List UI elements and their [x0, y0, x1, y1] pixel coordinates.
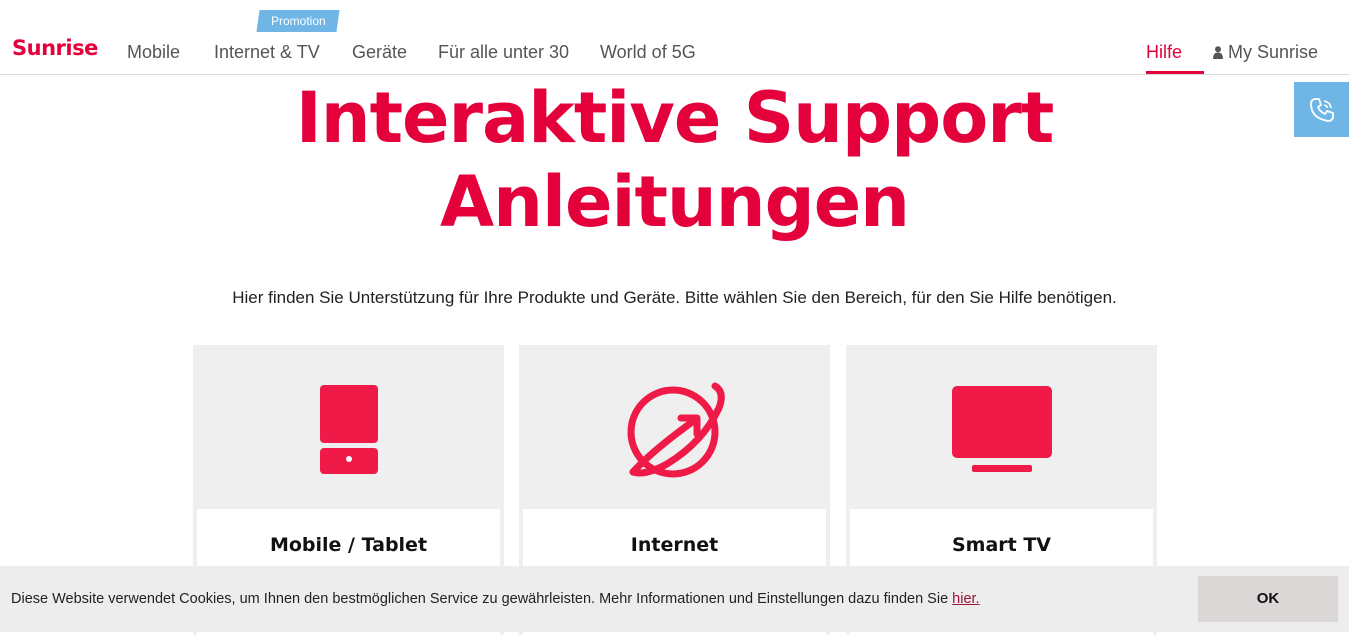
globe-icon — [627, 382, 725, 478]
my-sunrise-link[interactable]: My Sunrise — [1213, 42, 1318, 63]
nav-unter-30[interactable]: Für alle unter 30 — [438, 42, 569, 63]
card-label: Mobile / Tablet — [269, 534, 428, 556]
my-sunrise-label: My Sunrise — [1228, 42, 1319, 62]
card-label: Internet — [630, 534, 719, 556]
mobile-tablet-icon — [319, 385, 378, 474]
nav-mobile[interactable]: Mobile — [127, 42, 180, 63]
nav-geraete[interactable]: Geräte — [352, 42, 407, 63]
page-title-line-2: Anleitungen — [439, 161, 910, 243]
page-title: Interaktive Support Anleitungen — [0, 76, 1349, 244]
nav-internet-tv[interactable]: Internet & TV — [214, 42, 320, 63]
cookie-banner: Diese Website verwendet Cookies, um Ihne… — [0, 566, 1349, 632]
nav-hilfe[interactable]: Hilfe — [1146, 42, 1182, 63]
cookie-text: Diese Website verwendet Cookies, um Ihne… — [11, 591, 980, 607]
cookie-info-link[interactable]: hier. — [952, 591, 979, 607]
card-label: Smart TV — [951, 534, 1052, 556]
site-header: Sunrise Promotion Mobile Internet & TV G… — [0, 0, 1349, 75]
page-title-line-1: Interaktive Support — [295, 77, 1055, 159]
nav-world-of-5g[interactable]: World of 5G — [600, 42, 696, 63]
promotion-badge: Promotion — [256, 10, 340, 32]
active-tab-indicator — [1146, 71, 1204, 74]
sunrise-logo[interactable]: Sunrise — [12, 36, 98, 60]
tv-icon — [951, 386, 1052, 472]
user-icon — [1213, 46, 1223, 59]
page-subtitle: Hier finden Sie Unterstützung für Ihre P… — [232, 288, 1117, 307]
cookie-ok-button[interactable]: OK — [1198, 576, 1338, 622]
